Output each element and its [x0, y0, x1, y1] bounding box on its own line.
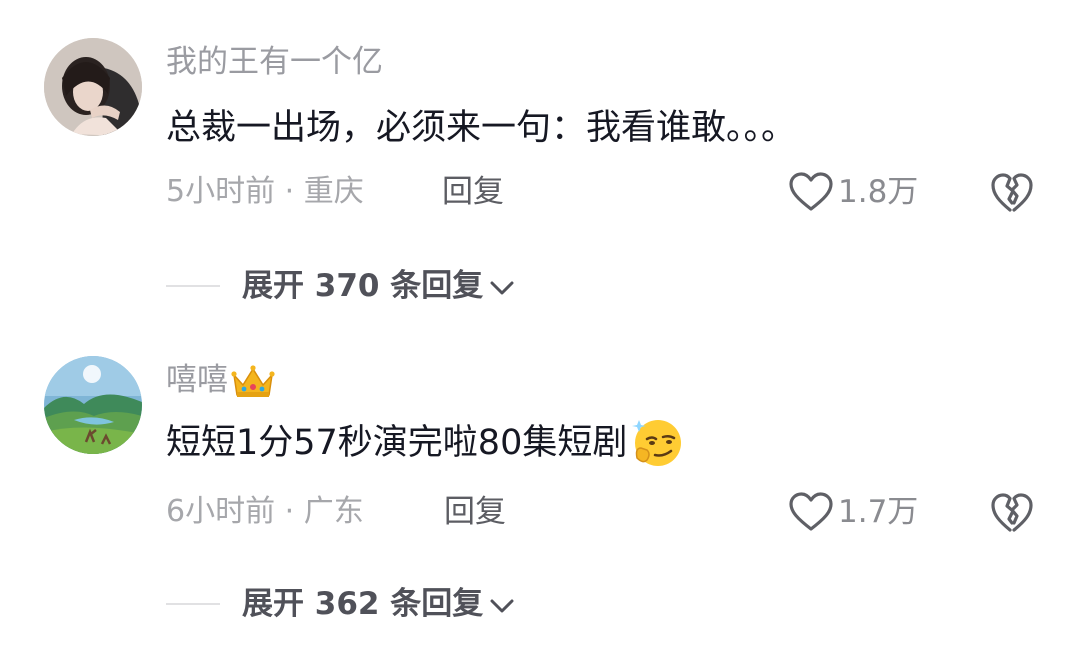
avatar[interactable]: [44, 38, 142, 136]
avatar-photo: [44, 38, 142, 136]
broken-heart-icon: [991, 493, 1033, 532]
reply-button[interactable]: 回复: [442, 172, 504, 212]
crown-icon: [231, 364, 275, 397]
avatar-photo: [44, 356, 142, 454]
dislike-button[interactable]: [990, 490, 1034, 534]
divider-line: [166, 285, 220, 287]
avatar[interactable]: [44, 356, 142, 454]
heart-outline-icon: [789, 172, 833, 211]
expand-replies-label: 展开 362 条回复: [242, 586, 484, 622]
comment-list: 我的王有一个亿 总裁一出场，必须来一句：我看谁敢。。。 5小时前 · 重庆 回复…: [0, 0, 1080, 654]
chevron-down-icon: [490, 599, 514, 613]
divider-line: [166, 603, 220, 605]
like-count: 1.8万: [838, 174, 919, 210]
reply-button[interactable]: 回复: [444, 492, 506, 532]
like-button[interactable]: 1.7万: [788, 490, 918, 534]
comment-time-location: 6小时前 · 广东: [166, 494, 364, 529]
comment-text-content: 短短1分57秒演完啦80集短剧: [166, 423, 628, 463]
comment-text: 短短1分57秒演完啦80集短剧: [166, 420, 683, 468]
comment-username[interactable]: 我的王有一个亿: [166, 42, 383, 82]
expand-replies[interactable]: 展开 362 条回复: [166, 584, 515, 624]
like-count: 1.7万: [838, 494, 919, 530]
comment-username-text: 嘻嘻: [166, 362, 228, 398]
like-button[interactable]: 1.8万: [788, 170, 918, 214]
smirk-emoji-icon: [632, 420, 682, 466]
heart-outline-icon: [789, 492, 833, 531]
dislike-button[interactable]: [990, 170, 1034, 214]
broken-heart-icon: [991, 173, 1033, 212]
comment-username[interactable]: 嘻嘻: [166, 360, 276, 401]
comment-text: 总裁一出场，必须来一句：我看谁敢。。。: [166, 108, 797, 148]
comment-time-location: 5小时前 · 重庆: [166, 174, 364, 209]
expand-replies[interactable]: 展开 370 条回复: [166, 266, 515, 306]
expand-replies-label: 展开 370 条回复: [242, 268, 484, 304]
chevron-down-icon: [490, 281, 514, 295]
